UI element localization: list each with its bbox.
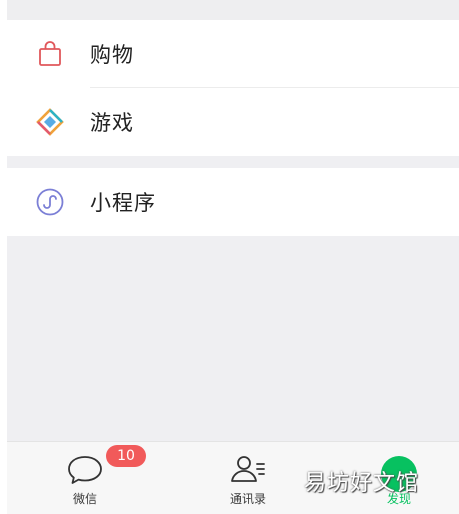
watermark-text: 易坊好文馆 (304, 471, 420, 496)
tab-contacts[interactable]: 通讯录 (198, 442, 298, 514)
menu-item-shopping[interactable]: 购物 (7, 20, 459, 88)
section-gap (7, 0, 459, 20)
wechat-discover-screen: 购物 游戏 小程序 10 微信 通讯录 发现 (7, 0, 459, 514)
unread-count-badge: 10 (106, 445, 146, 467)
tab-label: 通讯录 (229, 492, 266, 506)
contacts-icon (228, 452, 268, 486)
game-diamond-icon (35, 107, 65, 137)
menu-item-label: 游戏 (90, 111, 134, 135)
tab-label: 微信 (72, 492, 97, 506)
menu-item-label: 购物 (90, 43, 134, 67)
mini-program-icon (35, 187, 65, 217)
menu-item-mini-programs[interactable]: 小程序 (7, 168, 459, 236)
menu-item-label: 小程序 (90, 191, 156, 215)
tab-chats[interactable]: 10 微信 (35, 442, 146, 514)
menu-item-games[interactable]: 游戏 (7, 88, 459, 156)
shopping-bag-icon (35, 39, 65, 69)
chat-bubble-icon (65, 452, 105, 486)
